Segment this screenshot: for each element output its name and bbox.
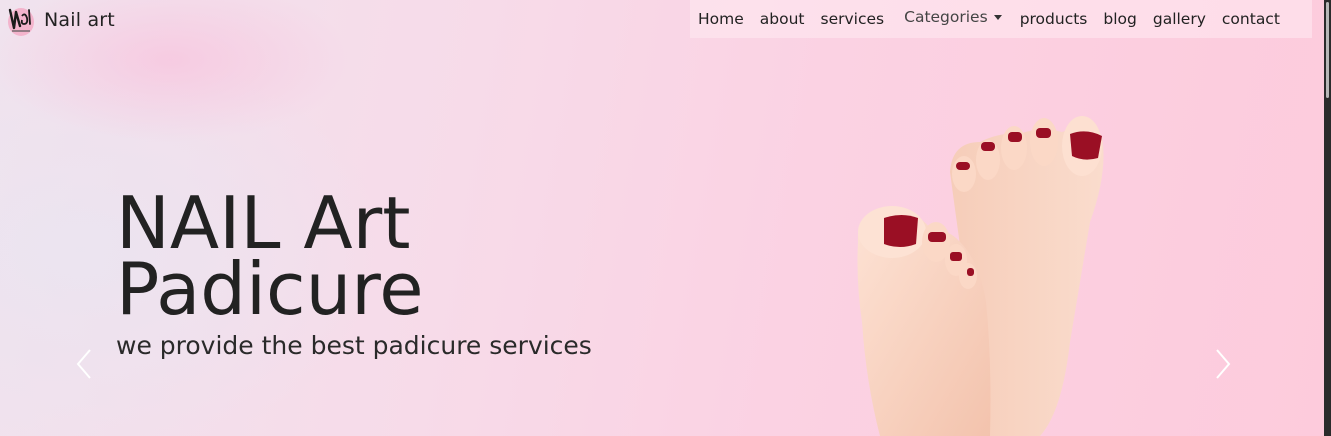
hero-tagline: we provide the best padicure services — [116, 331, 592, 360]
brand[interactable]: Nail art — [4, 2, 115, 38]
nav-contact[interactable]: contact — [1222, 10, 1280, 28]
nav-about[interactable]: about — [760, 10, 805, 28]
scrollbar[interactable] — [1324, 0, 1331, 436]
nav-home[interactable]: Home — [698, 10, 744, 28]
brand-name: Nail art — [44, 9, 115, 31]
chevron-left-icon[interactable] — [72, 346, 96, 382]
nav-products[interactable]: products — [1020, 10, 1088, 28]
nail-art-logo-icon — [8, 8, 34, 36]
nav-categories-dropdown[interactable]: Categories — [904, 8, 1002, 26]
hero-carousel: Nail art Home about services Categories … — [0, 0, 1324, 436]
categories-label: Categories — [904, 8, 988, 26]
nav-services[interactable]: services — [821, 10, 885, 28]
pedicure-feet-image — [857, 116, 1104, 436]
caret-down-icon — [993, 14, 1002, 20]
main-nav: Home about services Categories products … — [690, 0, 1312, 38]
nav-gallery[interactable]: gallery — [1153, 10, 1206, 28]
nav-blog[interactable]: blog — [1103, 10, 1136, 28]
hero-title: NAIL Art Padicure — [116, 187, 424, 325]
chevron-right-icon[interactable] — [1211, 346, 1235, 382]
hero-title-line2: Padicure — [116, 247, 424, 331]
scrollbar-thumb[interactable] — [1326, 2, 1329, 98]
